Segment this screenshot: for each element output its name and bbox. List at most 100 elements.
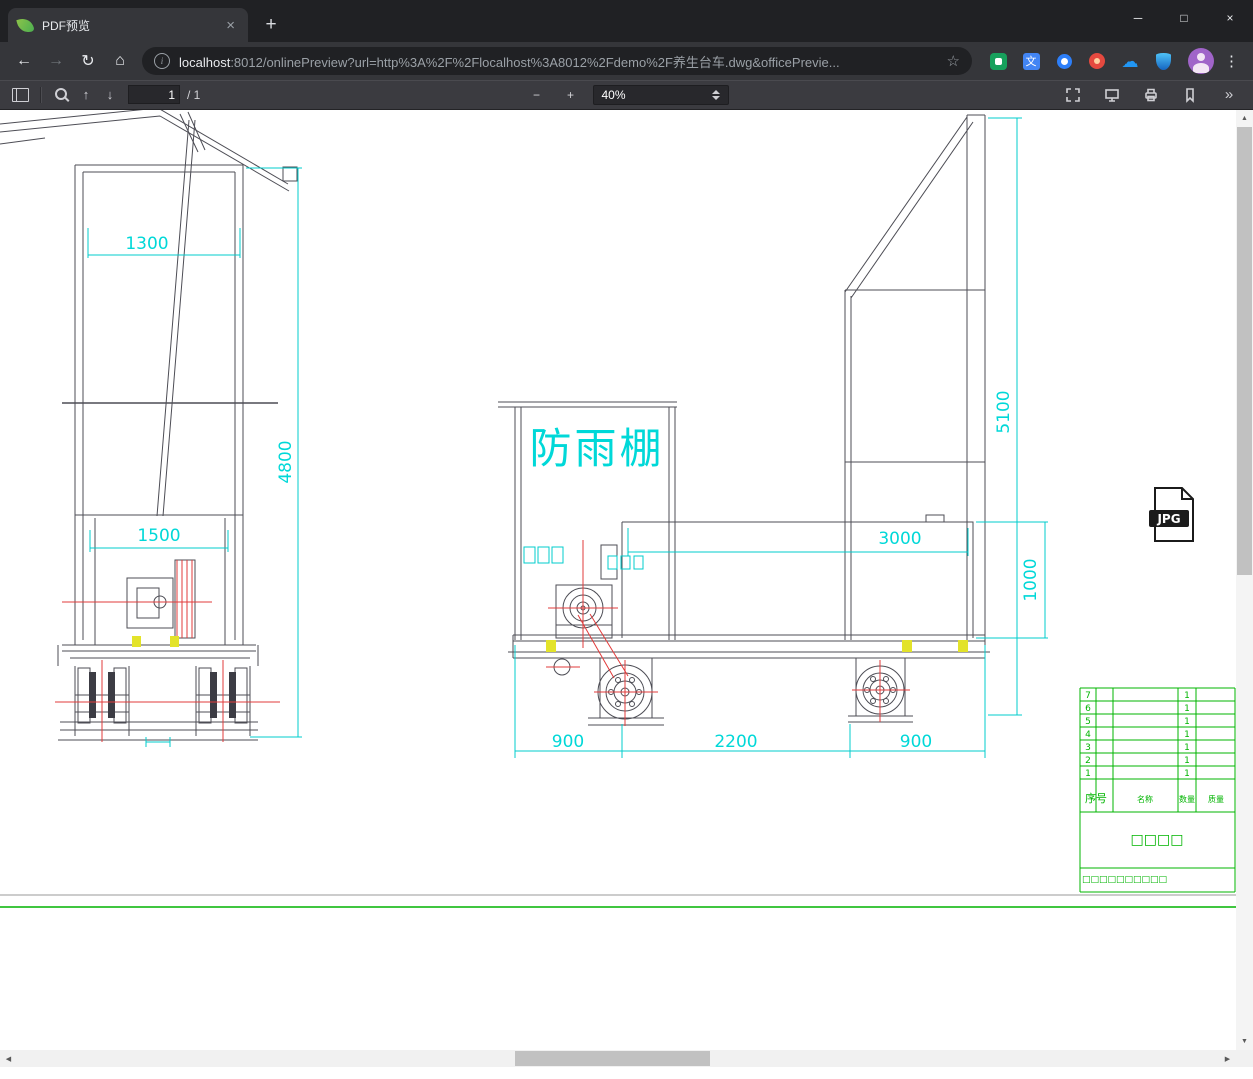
title-block-title: □□□□ — [1131, 832, 1184, 848]
dim-2200-label: 2200 — [714, 732, 757, 752]
left-view-dimensions — [87, 167, 302, 747]
zoom-level-select[interactable]: 40% — [592, 85, 729, 105]
cloud-extension-icon[interactable]: ☁ — [1120, 51, 1140, 71]
horizontal-scrollbar[interactable]: ◀ ▶ — [0, 1050, 1236, 1067]
bom-row-qty: 1 — [1184, 704, 1190, 714]
window-minimize-button[interactable]: ─ — [1115, 0, 1161, 36]
side-view-lines — [498, 114, 990, 726]
pdf-page-content: 1300 4800 1500 防雨棚 3000 1000 5100 900 22… — [0, 110, 1236, 1050]
search-icon — [55, 87, 67, 100]
presentation-mode-button[interactable] — [1100, 83, 1124, 107]
bom-row-qty: 1 — [1184, 717, 1190, 727]
bookmark-star-icon[interactable]: ☆ — [947, 52, 960, 70]
extension-icons: 文 ☁ — [988, 51, 1173, 71]
select-spinner-icon — [711, 90, 720, 100]
back-button[interactable]: ← — [10, 47, 38, 75]
fullscreen-button[interactable] — [1061, 83, 1085, 107]
bom-header-mass: 质量 — [1208, 794, 1224, 804]
url-text: localhost:8012/onlinePreview?url=http%3A… — [179, 52, 938, 71]
page-down-icon: ↓ — [106, 87, 114, 102]
jpg-icon-label: JPG — [1156, 512, 1180, 526]
scrollbar-corner — [1236, 1050, 1253, 1067]
extension-icon-blue-ring[interactable] — [1054, 51, 1074, 71]
vertical-scrollbar-thumb[interactable] — [1237, 127, 1252, 575]
previous-page-button[interactable]: ↑ — [74, 83, 98, 107]
sidebar-toggle-button[interactable] — [8, 83, 32, 107]
scroll-up-arrow[interactable]: ▲ — [1236, 110, 1253, 127]
browser-tab[interactable]: PDF预览 × — [8, 8, 248, 42]
shield-extension-icon[interactable] — [1153, 51, 1173, 71]
browser-menu-icon[interactable]: ⋮ — [1220, 47, 1243, 75]
bom-row-qty: 1 — [1184, 691, 1190, 701]
scroll-left-arrow[interactable]: ◀ — [0, 1050, 17, 1067]
dim-900-left-label: 900 — [552, 732, 584, 752]
fullscreen-icon — [1066, 87, 1080, 102]
pdf-toolbar-right: » — [1061, 83, 1245, 107]
print-button[interactable] — [1139, 83, 1163, 107]
window-controls: ─ □ × — [1115, 0, 1253, 36]
spring-leaf-favicon — [16, 15, 35, 35]
bom-row-seq: 3 — [1085, 743, 1091, 753]
extension-icon-green[interactable] — [988, 51, 1008, 71]
bom-row-seq: 2 — [1085, 756, 1091, 766]
bom-row-qty: 1 — [1184, 743, 1190, 753]
bom-row-seq: 7 — [1085, 691, 1091, 701]
site-info-icon[interactable]: i — [154, 53, 170, 69]
dim-4800-label: 4800 — [276, 440, 296, 483]
profile-avatar[interactable] — [1188, 48, 1214, 74]
title-block-footer: □□□□□□□□□□ — [1082, 875, 1167, 885]
tab-strip: PDF预览 × + ─ □ × — [0, 0, 1253, 42]
title-block-text: 7 1 6 1 5 1 4 1 3 1 2 1 1 1 序号 名称 数量 质量 … — [1082, 691, 1224, 885]
zoom-out-button[interactable]: − — [525, 83, 549, 107]
url-host: localhost — [179, 54, 231, 70]
vertical-scrollbar[interactable]: ▲ ▼ — [1236, 110, 1253, 1050]
red-extension-glyph — [1089, 53, 1105, 69]
shield-glyph — [1155, 52, 1171, 70]
window-close-button[interactable]: × — [1207, 0, 1253, 36]
bom-header-name: 名称 — [1137, 794, 1153, 804]
home-button[interactable]: ⌂ — [106, 47, 134, 75]
page-count-label: / 1 — [187, 87, 201, 102]
more-tools-button[interactable]: » — [1217, 83, 1241, 107]
bookmark-button[interactable] — [1178, 83, 1202, 107]
pdf-toolbar: ↑ ↓ / 1 − + 40% » — [0, 80, 1253, 110]
title-block-grid — [1079, 687, 1236, 893]
extension-icon-red[interactable] — [1087, 51, 1107, 71]
bom-row-qty: 1 — [1184, 769, 1190, 779]
bom-row-seq: 1 — [1085, 769, 1091, 779]
scroll-right-arrow[interactable]: ▶ — [1219, 1050, 1236, 1067]
navigation-bar: ← → ↻ ⌂ i localhost:8012/onlinePreview?u… — [0, 42, 1253, 80]
sidebar-toggle-icon — [11, 87, 29, 102]
tab-title: PDF预览 — [42, 18, 91, 33]
horizontal-scrollbar-thumb[interactable] — [515, 1051, 710, 1066]
tab-close-icon[interactable]: × — [223, 17, 238, 34]
bom-row-qty: 1 — [1184, 756, 1190, 766]
dim-3000-label: 3000 — [878, 529, 921, 549]
address-bar[interactable]: i localhost:8012/onlinePreview?url=http%… — [142, 47, 972, 75]
cloud-glyph: ☁ — [1121, 51, 1139, 71]
zoom-in-button[interactable]: + — [559, 83, 583, 107]
next-page-button[interactable]: ↓ — [98, 83, 122, 107]
left-view-lines — [0, 110, 298, 741]
bom-header-qty: 数量 — [1179, 794, 1195, 804]
bom-row-seq: 6 — [1085, 704, 1091, 714]
translate-extension-icon[interactable]: 文 — [1021, 51, 1041, 71]
jpg-file-icon: JPG — [1149, 487, 1194, 542]
page-number-input[interactable] — [128, 85, 180, 104]
new-tab-button[interactable]: + — [258, 12, 284, 38]
bom-row-seq: 4 — [1085, 730, 1091, 740]
scroll-down-arrow[interactable]: ▼ — [1236, 1033, 1253, 1050]
find-button[interactable] — [50, 83, 74, 107]
url-path: :8012/onlinePreview?url=http%3A%2F%2Floc… — [230, 54, 840, 70]
bom-row-qty: 1 — [1184, 730, 1190, 740]
bookmark-icon — [1186, 87, 1194, 103]
window-maximize-button[interactable]: □ — [1161, 0, 1207, 36]
toolbar-divider — [40, 86, 42, 103]
dim-1000-label: 1000 — [1021, 558, 1041, 601]
page-up-icon: ↑ — [82, 87, 90, 102]
forward-button[interactable]: → — [42, 47, 70, 75]
reload-button[interactable]: ↻ — [74, 47, 102, 75]
bom-header-seq: 序号 — [1085, 791, 1107, 805]
print-icon — [1145, 88, 1157, 101]
zoom-controls: − + 40% — [525, 80, 729, 110]
